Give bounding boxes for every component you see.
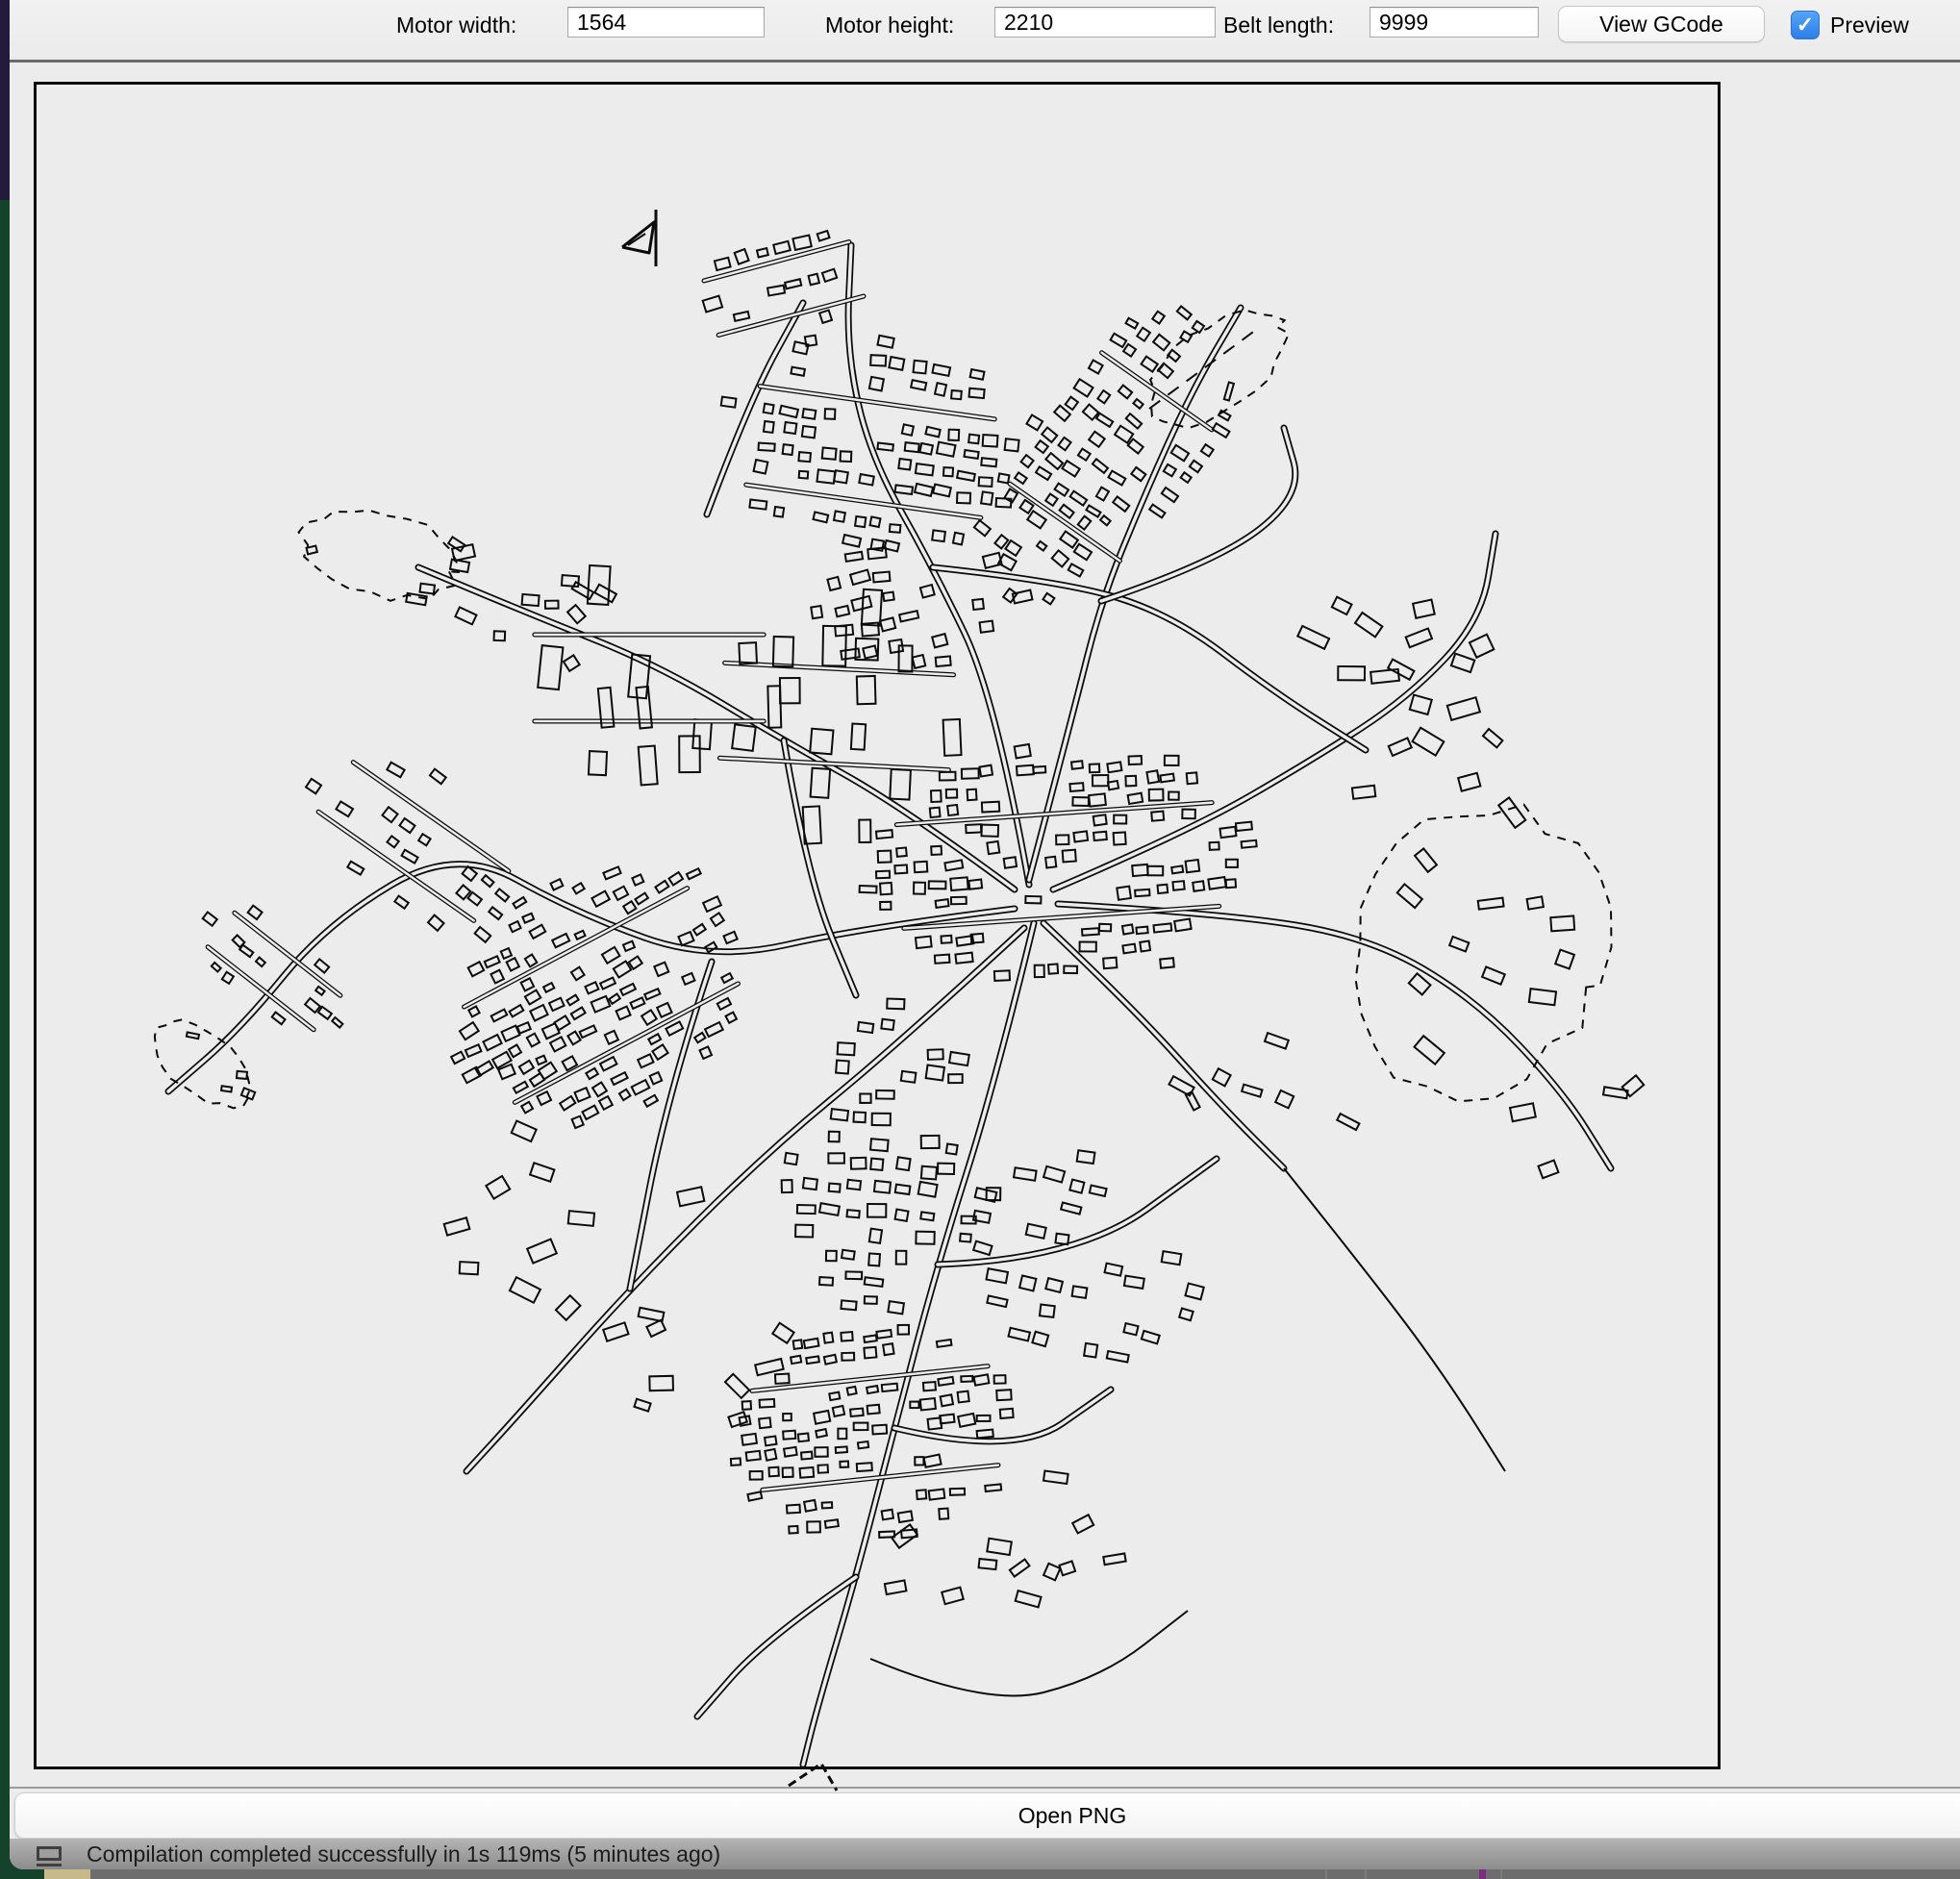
motor-height-input[interactable] (994, 7, 1216, 38)
desktop-object (44, 1869, 90, 1879)
background-window-band (90, 1869, 1960, 1879)
status-bar: Compilation completed successfully in 1s… (10, 1839, 1960, 1869)
motor-height-label: Motor height: (825, 13, 954, 38)
status-message: Compilation completed successfully in 1s… (87, 1841, 720, 1867)
toolbar: Motor width: Motor height: Belt length: … (10, 0, 1960, 63)
open-png-button[interactable]: Open PNG (14, 1792, 1960, 1839)
checkmark-icon: ✓ (1797, 13, 1814, 37)
belt-length-label: Belt length: (1223, 13, 1334, 38)
preview-checkbox[interactable]: ✓ (1791, 11, 1820, 39)
motor-width-input[interactable] (567, 7, 765, 38)
console-panel-icon[interactable] (37, 1846, 62, 1869)
belt-length-input[interactable] (1369, 7, 1539, 38)
view-gcode-button[interactable]: View GCode (1558, 6, 1765, 42)
preview-checkbox-label: Preview (1830, 13, 1909, 38)
app-window: Motor width: Motor height: Belt length: … (10, 0, 1960, 1869)
background-window-line (1365, 1869, 1367, 1879)
background-window-accent (1479, 1869, 1486, 1879)
motor-width-label: Motor width: (396, 13, 516, 38)
background-window-line (1500, 1869, 1502, 1879)
plot-preview-canvas (34, 82, 1721, 1803)
console-panel-icon-box (37, 1846, 62, 1861)
console-panel-icon-line (37, 1864, 62, 1866)
background-window-line (1325, 1869, 1327, 1879)
